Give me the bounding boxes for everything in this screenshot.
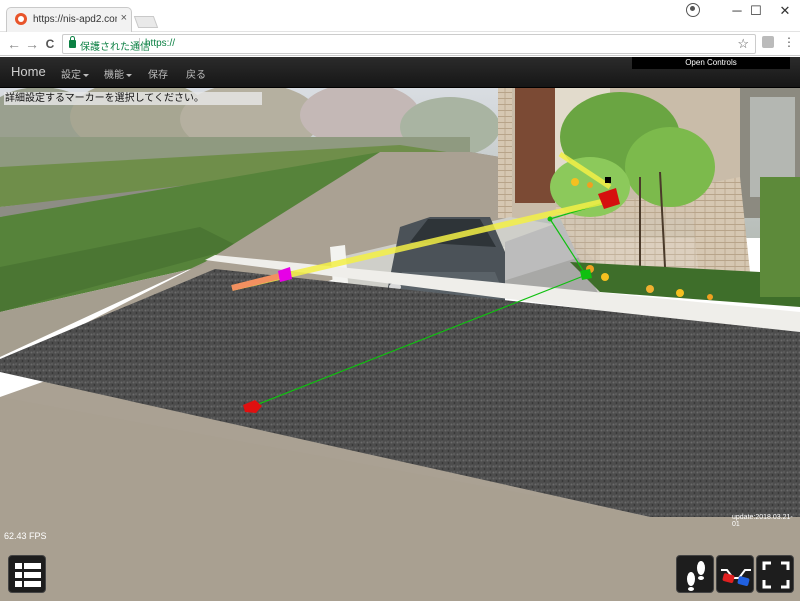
back-link[interactable]: 戻る xyxy=(186,66,206,81)
maximize-button[interactable]: ☐ xyxy=(741,2,771,20)
marker-black xyxy=(605,177,611,183)
browser-titlebar: https://nis-apd2.com/vie × ─ ☐ ✕ xyxy=(0,0,800,32)
fullscreen-button[interactable] xyxy=(756,555,794,593)
url-divider xyxy=(139,38,140,50)
3d-glasses-icon xyxy=(721,569,751,586)
app-viewport: Home 設定 機能 保存 戻る Open Controls 詳細設定するマーカ… xyxy=(0,57,800,601)
home-link[interactable]: Home xyxy=(11,64,46,79)
update-label: update:2018.03.21-01 xyxy=(732,514,793,528)
settings-menu-label: 設定 xyxy=(61,70,81,81)
marker-green xyxy=(580,269,592,280)
chevron-down-icon xyxy=(83,73,89,77)
functions-menu-label: 機能 xyxy=(104,70,124,81)
3d-scene-canvas[interactable] xyxy=(0,57,800,601)
fps-counter: 62.43 FPS xyxy=(4,531,47,541)
save-button[interactable]: 保存 xyxy=(148,66,168,81)
browser-tab[interactable]: https://nis-apd2.com/vie × xyxy=(6,7,132,32)
footprints-icon xyxy=(687,561,705,591)
chevron-down-icon xyxy=(126,73,132,77)
address-bar[interactable]: 保護された通信 https:// ☆ xyxy=(62,34,756,54)
tab-title: https://nis-apd2.com/vie xyxy=(33,14,117,25)
url-text: https:// xyxy=(145,38,176,49)
app-navbar: Home 設定 機能 保存 戻る Open Controls xyxy=(0,57,800,88)
browser-menu-icon[interactable]: ⋮ xyxy=(783,35,795,49)
forward-button[interactable]: → xyxy=(22,34,42,54)
open-controls-button[interactable]: Open Controls xyxy=(632,57,790,69)
browser-toolbar: ← → C 保護された通信 https:// ☆ ⋮ xyxy=(0,32,800,56)
tab-close-icon[interactable]: × xyxy=(121,12,127,24)
back-button[interactable]: ← xyxy=(4,34,24,54)
marker-green-small xyxy=(547,216,553,222)
functions-menu[interactable]: 機能 xyxy=(104,66,132,81)
fullscreen-icon xyxy=(762,561,790,589)
profile-icon[interactable] xyxy=(686,3,700,17)
settings-menu[interactable]: 設定 xyxy=(61,66,89,81)
instruction-banner: 詳細設定するマーカーを選択してください。 xyxy=(4,92,262,105)
new-tab-button[interactable] xyxy=(133,16,159,28)
bookmark-star-icon[interactable]: ☆ xyxy=(737,36,749,52)
list-menu-icon xyxy=(15,563,41,587)
reload-button[interactable]: C xyxy=(40,34,60,54)
list-menu-button[interactable] xyxy=(8,555,46,593)
favicon-icon xyxy=(15,13,27,25)
close-window-button[interactable]: ✕ xyxy=(770,2,800,20)
vr-mode-button[interactable] xyxy=(716,555,754,593)
walk-mode-button[interactable] xyxy=(676,555,714,593)
lock-icon xyxy=(69,36,76,48)
extension-icon[interactable] xyxy=(762,36,774,48)
